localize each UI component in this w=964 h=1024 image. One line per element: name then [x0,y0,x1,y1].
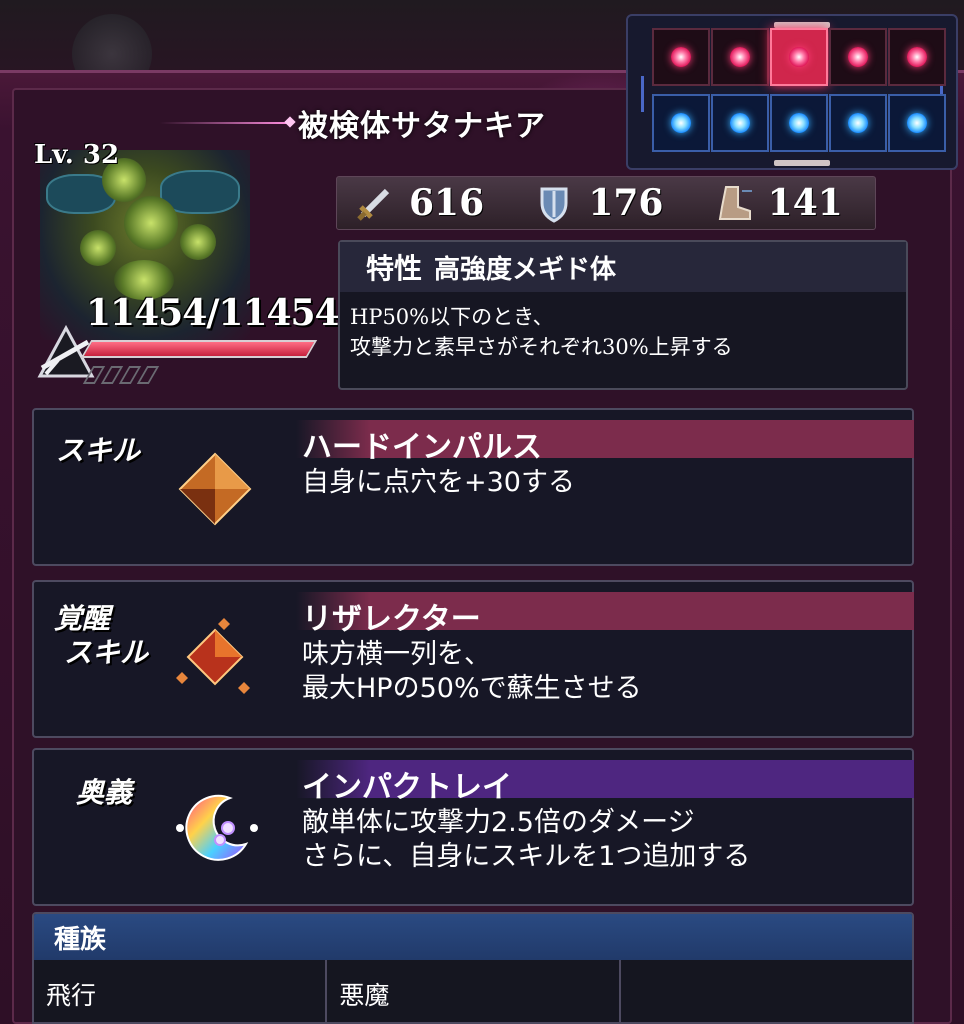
formation-slot[interactable] [711,28,769,86]
race-table: 種族 飛行 悪魔 [32,912,914,1024]
formation-left-edge [632,76,644,112]
unit-name-row: 被検体サタナキア [160,100,546,146]
formation-slot[interactable] [829,94,887,152]
awaken-skill-label-line: 覚醒 [54,602,111,635]
stats-bar: 616 176 141 [336,176,876,230]
portrait-part [80,230,116,266]
race-cell [621,960,912,1022]
portrait-part [124,196,178,250]
trait-panel: 特性 高強度メギド体 HP50%以下のとき、 攻撃力と素早さがそれぞれ30%上昇… [338,240,908,390]
ougi-label: 奥義 [76,776,133,809]
rainbow-crescent-icon [176,794,258,861]
speed-stat: 141 [714,182,875,224]
defense-value: 176 [588,182,664,224]
race-cell: 悪魔 [327,960,621,1022]
back-marker-icon [907,113,927,133]
orange-crystal-icon [178,452,252,526]
hp-bar [80,340,318,358]
formation-slot[interactable] [888,94,946,152]
unit-level: Lv. 32 [34,140,120,170]
formation-slot-selected[interactable] [770,28,828,86]
portrait-part [180,224,216,260]
name-decoration [160,122,290,124]
skill-description: 自身に点穴を+30する [302,466,575,500]
awaken-skill-panel[interactable]: 覚醒 スキル リザレクター 味方横一列を、 最大HPの50%で蘇生させる [32,580,914,738]
speed-value: 141 [767,182,843,224]
boot-icon [718,186,752,220]
formation-slot[interactable] [711,94,769,152]
shield-icon [540,187,568,223]
crystal-cluster-icon [176,618,250,694]
formation-slot[interactable] [770,94,828,152]
awaken-skill-name: リザレクター [302,602,481,637]
trait-description-line: 攻撃力と素早さがそれぞれ30%上昇する [350,335,733,359]
awaken-skill-description-line: 最大HPの50%で蘇生させる [302,673,642,704]
awaken-skill-description-line: 味方横一列を、 [302,639,491,670]
back-marker-icon [848,113,868,133]
awaken-skill-label-line: スキル [64,636,149,669]
sword-icon [357,188,390,221]
formation-clip-bottom [774,160,830,166]
attack-stat: 616 [355,182,516,224]
ougi-description: 敵単体に攻撃力2.5倍のダメージ さらに、自身にスキルを1つ追加する [302,806,750,874]
hp-bar-fill [83,342,315,356]
skill-panel[interactable]: スキル ハードインパルス 自身に点穴を+30する [32,408,914,566]
front-marker-icon [730,47,750,67]
formation-slot[interactable] [888,28,946,86]
unit-name: 被検体サタナキア [298,109,546,144]
formation-slot[interactable] [652,28,710,86]
attack-value: 616 [409,182,485,224]
trait-description: HP50%以下のとき、 攻撃力と素早さがそれぞれ30%上昇する [340,292,906,362]
back-marker-icon [789,113,809,133]
race-cell: 飛行 [34,960,328,1022]
formation-front-row [652,28,947,86]
front-marker-icon [907,47,927,67]
formation-slot[interactable] [829,28,887,86]
skill-label: スキル [56,434,141,467]
race-row: 飛行 悪魔 [34,960,912,1022]
back-marker-icon [671,113,691,133]
trait-name: 高強度メギド体 [434,254,617,285]
awaken-skill-label: 覚醒 スキル [54,602,148,670]
formation-slot[interactable] [652,94,710,152]
trait-description-line: HP50%以下のとき、 [350,305,554,329]
trait-header: 特性 高強度メギド体 [340,242,906,292]
formation-grid[interactable] [626,14,958,170]
formation-back-row [652,94,947,152]
orb-slots [82,366,160,384]
front-marker-icon [671,47,691,67]
awaken-skill-description: 味方横一列を、 最大HPの50%で蘇生させる [302,638,642,706]
hp-text: 11454/11454 [86,292,340,334]
trait-tag: 特性 [366,252,423,285]
ougi-description-line: さらに、自身にスキルを1つ追加する [302,841,751,872]
ougi-panel[interactable]: 奥義 インパクトレイ 敵単体に攻撃力2.5倍のダメージ さらに、自身にスキルを1… [32,748,914,906]
defense-stat: 176 [534,182,695,224]
ougi-name: インパクトレイ [302,770,512,805]
front-marker-icon [848,47,868,67]
ougi-description-line: 敵単体に攻撃力2.5倍のダメージ [302,807,695,838]
skill-name: ハードインパルス [302,430,542,465]
front-marker-icon [789,47,809,67]
skill-description-line: 自身に点穴を+30する [302,467,575,498]
back-marker-icon [730,113,750,133]
race-header: 種族 [34,914,912,960]
